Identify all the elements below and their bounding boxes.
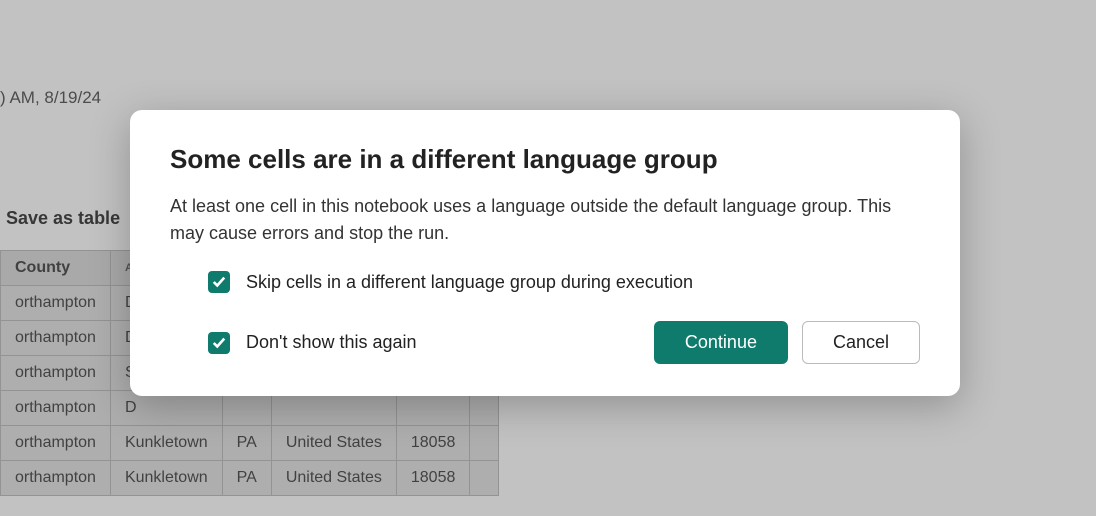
continue-button[interactable]: Continue <box>654 321 788 364</box>
skip-cells-label: Skip cells in a different language group… <box>246 272 693 293</box>
dialog-footer: Don't show this again Continue Cancel <box>170 321 920 364</box>
check-icon <box>212 336 226 350</box>
skip-cells-checkbox[interactable] <box>208 271 230 293</box>
check-icon <box>212 275 226 289</box>
language-group-dialog: Some cells are in a different language g… <box>130 110 960 396</box>
skip-cells-option: Skip cells in a different language group… <box>170 271 920 293</box>
cancel-button[interactable]: Cancel <box>802 321 920 364</box>
dialog-buttons: Continue Cancel <box>654 321 920 364</box>
dont-show-label: Don't show this again <box>246 332 417 353</box>
dont-show-checkbox[interactable] <box>208 332 230 354</box>
dialog-title: Some cells are in a different language g… <box>170 144 920 175</box>
dont-show-option: Don't show this again <box>170 332 417 354</box>
dialog-body-text: At least one cell in this notebook uses … <box>170 193 920 247</box>
